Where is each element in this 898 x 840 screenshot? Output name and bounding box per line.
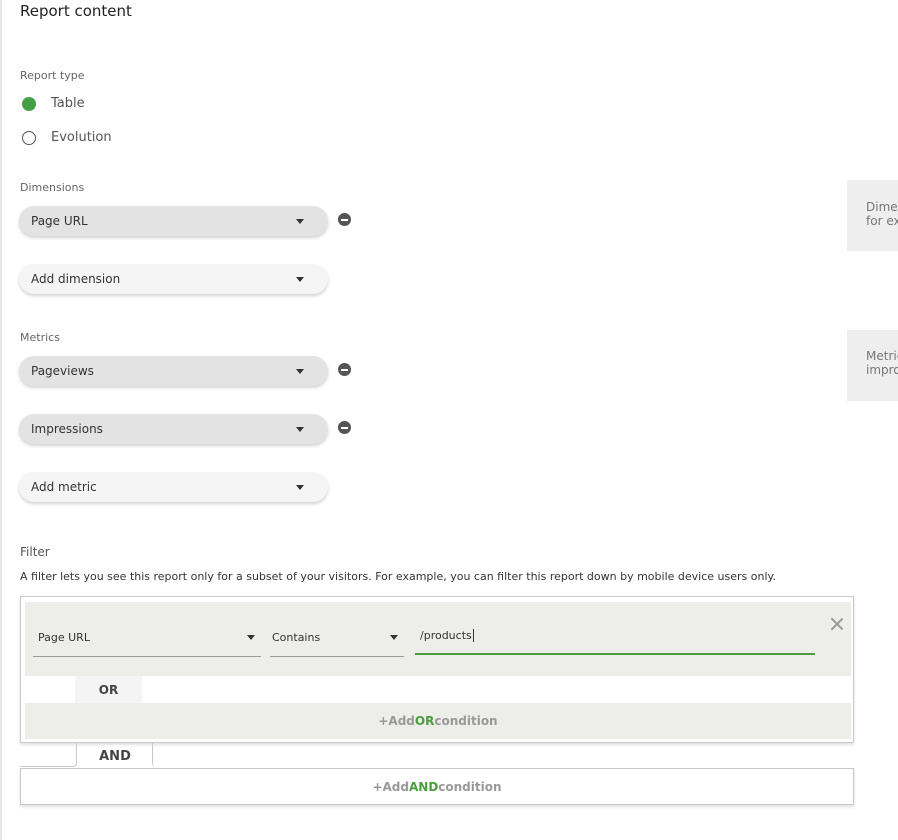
metrics-help-line2: impro [866, 363, 898, 377]
metrics-help-line1: Metric [866, 349, 898, 363]
filter-field-select[interactable]: Page URL [33, 618, 261, 657]
filter-label: Filter [20, 545, 50, 559]
dimensions-label: Dimensions [20, 181, 85, 194]
metric-select-label: Impressions [31, 422, 103, 436]
chevron-down-icon [296, 426, 304, 432]
add-metric-label: Add metric [31, 480, 97, 494]
add-or-prefix: +Add [378, 714, 415, 728]
filter-value-input[interactable]: /products [415, 618, 815, 655]
chevron-down-icon [247, 634, 255, 640]
add-or-keyword: OR [414, 714, 435, 728]
filter-condition-row: Page URL Contains /products [25, 602, 851, 676]
add-dimension-label: Add dimension [31, 272, 121, 286]
filter-description: A filter lets you see this report only f… [20, 570, 776, 583]
dimensions-help-line2: for ex [866, 214, 898, 228]
dimension-select-page-url[interactable]: Page URL [19, 206, 328, 236]
filter-field-label: Page URL [38, 630, 90, 644]
add-metric-select[interactable]: Add metric [19, 472, 328, 502]
filter-value-text: /products [420, 629, 472, 642]
and-connector: AND [20, 743, 854, 769]
report-type-label: Report type [20, 69, 85, 82]
add-or-condition-button[interactable]: +Add OR condition [25, 703, 851, 739]
add-and-keyword: AND [408, 779, 439, 794]
add-dimension-select[interactable]: Add dimension [19, 264, 328, 294]
radio-selected-icon [22, 96, 36, 111]
add-and-condition-button[interactable]: +Add AND condition [20, 768, 854, 805]
and-connector-left [20, 743, 77, 767]
dimension-select-label: Page URL [31, 214, 88, 228]
chevron-down-icon [390, 634, 398, 640]
radio-evolution[interactable]: Evolution [22, 130, 112, 145]
metrics-help-box: Metric impro [847, 330, 898, 401]
page-title: Report content [20, 2, 132, 20]
left-border [0, 0, 2, 840]
radio-table[interactable]: Table [22, 96, 85, 111]
chevron-down-icon [296, 368, 304, 374]
metrics-label: Metrics [20, 331, 60, 344]
filter-or-group: Page URL Contains /products OR +Add OR c… [20, 596, 854, 743]
remove-metric-icon[interactable] [338, 421, 351, 434]
filter-operator-select[interactable]: Contains [270, 618, 404, 657]
add-and-suffix: condition [438, 779, 502, 794]
filter-operator-label: Contains [272, 630, 321, 644]
dimensions-help-line1: Dimer [866, 200, 898, 214]
or-label: OR [75, 676, 142, 703]
remove-dimension-icon[interactable] [338, 213, 351, 226]
metric-select-pageviews[interactable]: Pageviews [19, 356, 328, 386]
chevron-down-icon [296, 276, 304, 282]
metric-select-label: Pageviews [31, 364, 94, 378]
dimensions-help-box: Dimer for ex [847, 180, 898, 251]
chevron-down-icon [296, 484, 304, 490]
add-and-prefix: +Add [372, 779, 409, 794]
remove-metric-icon[interactable] [338, 363, 351, 376]
close-icon[interactable] [829, 616, 845, 632]
chevron-down-icon [296, 218, 304, 224]
and-label: AND [99, 748, 131, 764]
radio-table-label: Table [51, 96, 85, 111]
metric-select-impressions[interactable]: Impressions [19, 414, 328, 444]
radio-unselected-icon [22, 130, 36, 145]
add-or-suffix: condition [434, 714, 498, 728]
and-connector-right [152, 743, 854, 767]
radio-evolution-label: Evolution [51, 130, 112, 145]
text-cursor [472, 629, 474, 642]
